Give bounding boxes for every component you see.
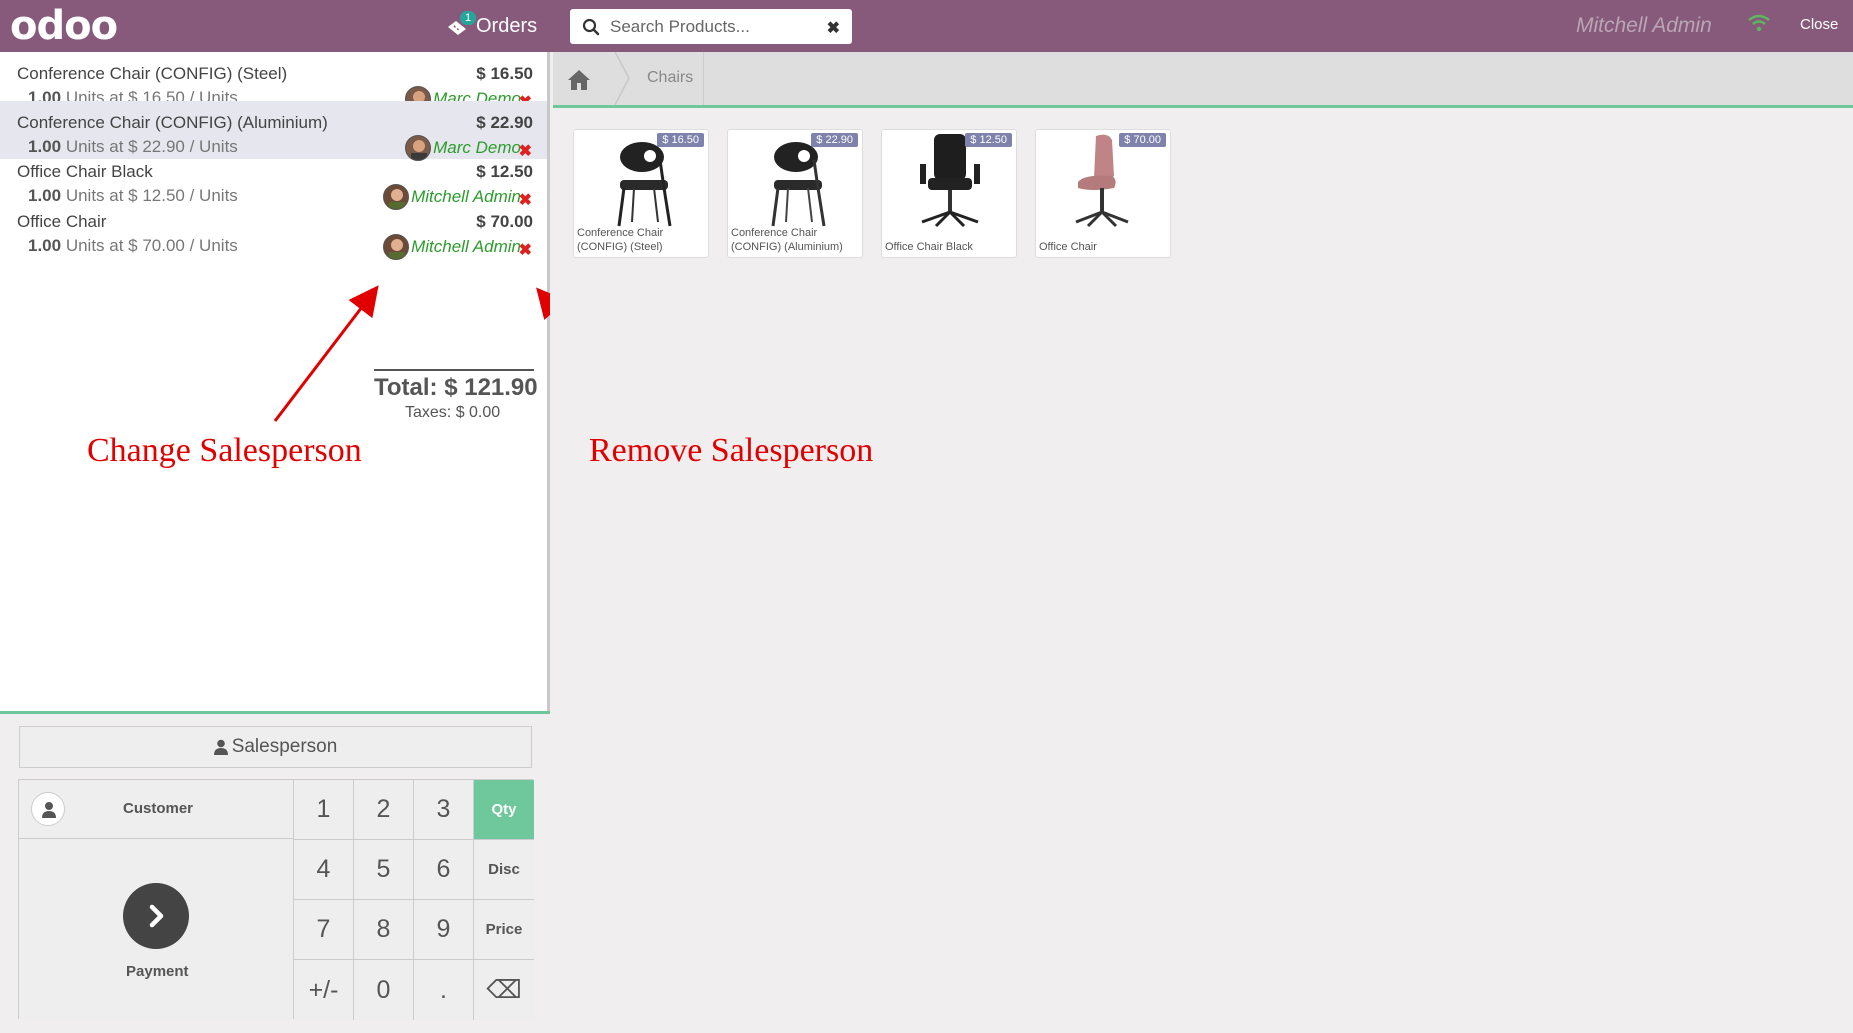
- product-card[interactable]: $ 12.50 Office Chair Black: [881, 129, 1017, 258]
- product-price-tag: $ 70.00: [1119, 133, 1166, 147]
- numpad-key-6[interactable]: 6: [414, 840, 474, 900]
- salesperson-button[interactable]: Salesperson: [19, 726, 532, 768]
- top-bar: odoo 1 Orders ✖ Mitchell Admin Close: [0, 0, 1853, 52]
- order-panel: Conference Chair (CONFIG) (Steel) $ 16.5…: [0, 52, 550, 1033]
- numpad-key-3[interactable]: 3: [414, 780, 474, 840]
- price-mode-button[interactable]: Price: [474, 900, 534, 960]
- breadcrumb-chairs[interactable]: Chairs: [647, 69, 693, 87]
- numpad-key-5[interactable]: 5: [354, 840, 414, 900]
- search-box: ✖: [570, 9, 852, 44]
- numpad-key-9[interactable]: 9: [414, 900, 474, 960]
- odoo-logo: odoo: [10, 3, 118, 49]
- home-icon[interactable]: [567, 69, 591, 96]
- search-input[interactable]: [610, 16, 820, 37]
- numpad: Customer Payment 1 2 3 Qty 4 5 6 Disc 7 …: [18, 779, 534, 1020]
- disc-mode-button[interactable]: Disc: [474, 840, 534, 900]
- numpad-key-8[interactable]: 8: [354, 900, 414, 960]
- annotation-arrows: [273, 285, 550, 422]
- close-button[interactable]: Close: [1800, 16, 1838, 33]
- search-icon: [582, 18, 600, 36]
- orders-count-badge: 1: [460, 11, 477, 25]
- product-name: Office Chair: [1039, 241, 1097, 253]
- wifi-icon: [1747, 14, 1771, 37]
- products-panel: Chairs Remove Salesperson $ 16.50 Confer…: [553, 52, 1853, 981]
- orders-label: Orders: [476, 14, 538, 37]
- control-panel: Salesperson Customer Payment 1 2 3 Qty 4…: [0, 711, 550, 1033]
- numpad-key-decimal[interactable]: .: [414, 960, 474, 1020]
- current-user[interactable]: Mitchell Admin: [1576, 14, 1712, 38]
- product-card[interactable]: $ 22.90 Conference Chair (CONFIG) (Alumi…: [727, 129, 863, 258]
- backspace-icon: ⌫: [486, 976, 522, 1004]
- chevron-right-icon: [123, 883, 189, 949]
- numpad-key-4[interactable]: 4: [294, 840, 354, 900]
- orders-button[interactable]: 1 Orders: [446, 11, 538, 40]
- ticket-icon: 1: [446, 11, 477, 37]
- numpad-key-0[interactable]: 0: [354, 960, 414, 1020]
- payment-label: Payment: [126, 963, 189, 980]
- breadcrumb-separator-icon: [614, 52, 630, 105]
- product-name: Conference Chair (CONFIG) (Steel): [577, 227, 664, 253]
- annotation-change-salesperson: Change Salesperson: [87, 432, 362, 469]
- product-name: Office Chair Black: [885, 241, 973, 253]
- numpad-key-1[interactable]: 1: [294, 780, 354, 840]
- breadcrumb: Chairs: [553, 52, 1853, 108]
- product-card[interactable]: $ 70.00 Office Chair: [1035, 129, 1171, 258]
- product-price-tag: $ 12.50: [965, 133, 1012, 147]
- customer-button[interactable]: Customer: [19, 780, 294, 839]
- backspace-key[interactable]: ⌫: [474, 960, 534, 1020]
- clear-search-icon[interactable]: ✖: [827, 18, 840, 38]
- product-price-tag: $ 16.50: [657, 133, 704, 147]
- customer-avatar-icon: [31, 792, 65, 826]
- breadcrumb-divider: [703, 52, 704, 105]
- product-card[interactable]: $ 16.50 Conference Chair (CONFIG) (Steel…: [573, 129, 709, 258]
- customer-label: Customer: [123, 800, 194, 817]
- annotation-remove-salesperson: Remove Salesperson: [589, 432, 874, 469]
- product-name: Conference Chair (CONFIG) (Aluminium): [731, 227, 843, 253]
- user-icon: [213, 739, 228, 755]
- product-price-tag: $ 22.90: [811, 133, 858, 147]
- salesperson-button-label: Salesperson: [231, 736, 338, 757]
- numpad-key-plus-minus[interactable]: +/-: [294, 960, 354, 1020]
- numpad-key-2[interactable]: 2: [354, 780, 414, 840]
- payment-button[interactable]: Payment: [19, 839, 294, 1019]
- numpad-key-7[interactable]: 7: [294, 900, 354, 960]
- qty-mode-button[interactable]: Qty: [474, 780, 534, 840]
